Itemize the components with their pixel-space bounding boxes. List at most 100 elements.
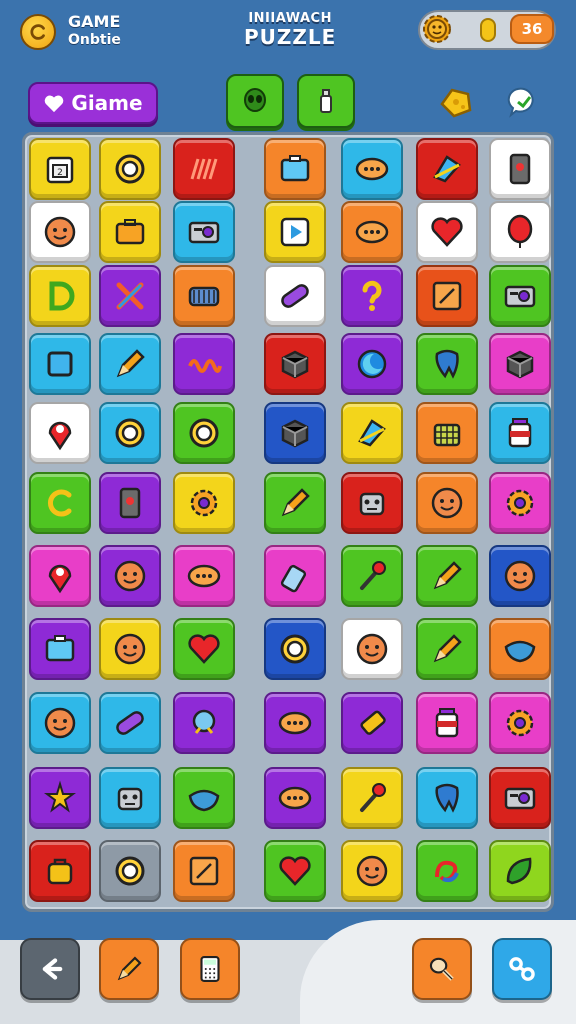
tile-r5-c6[interactable] — [416, 402, 478, 464]
tile-r7-c3[interactable] — [173, 545, 235, 607]
game-button-label: Giame — [71, 91, 143, 115]
tile-r7-c7[interactable] — [489, 545, 551, 607]
letter-d-icon — [49, 281, 75, 311]
frame-icon — [432, 281, 462, 311]
tile-r6-c3[interactable] — [173, 472, 235, 534]
tile-r8-c2[interactable] — [99, 618, 161, 680]
tile-r4-c6[interactable] — [416, 333, 478, 395]
tile-r11-c7[interactable] — [489, 840, 551, 902]
tile-r10-c4[interactable] — [264, 767, 326, 829]
bottle-button[interactable] — [297, 74, 355, 128]
tile-r1-c3[interactable] — [173, 138, 235, 200]
tile-r4-c1[interactable] — [29, 333, 91, 395]
tile-r7-c1[interactable] — [29, 545, 91, 607]
tile-r10-c1[interactable] — [29, 767, 91, 829]
connect-button[interactable] — [492, 938, 552, 1000]
tile-r5-c3[interactable] — [173, 402, 235, 464]
tile-r8-c4[interactable] — [264, 618, 326, 680]
tile-r3-c5[interactable] — [341, 265, 403, 327]
tile-r9-c3[interactable] — [173, 692, 235, 754]
tile-r10-c5[interactable] — [341, 767, 403, 829]
tile-r2-c4[interactable] — [264, 201, 326, 263]
tile-r6-c2[interactable] — [99, 472, 161, 534]
tile-r3-c2[interactable] — [99, 265, 161, 327]
tile-r3-c3[interactable] — [173, 265, 235, 327]
tile-r1-c4[interactable] — [264, 138, 326, 200]
tile-r3-c7[interactable] — [489, 265, 551, 327]
tile-r10-c3[interactable] — [173, 767, 235, 829]
tile-r2-c3[interactable] — [173, 201, 235, 263]
tile-r6-c4[interactable] — [264, 472, 326, 534]
tile-r2-c6[interactable] — [416, 201, 478, 263]
tile-r3-c6[interactable] — [416, 265, 478, 327]
chat-icon — [278, 786, 312, 810]
tile-r4-c7[interactable] — [489, 333, 551, 395]
tile-r4-c3[interactable] — [173, 333, 235, 395]
tile-r6-c1[interactable] — [29, 472, 91, 534]
tile-r11-c6[interactable] — [416, 840, 478, 902]
tile-r9-c5[interactable] — [341, 692, 403, 754]
tile-r2-c2[interactable] — [99, 201, 161, 263]
tile-r6-c6[interactable] — [416, 472, 478, 534]
tile-r3-c1[interactable] — [29, 265, 91, 327]
tile-r5-c5[interactable] — [341, 402, 403, 464]
tile-r7-c4[interactable] — [264, 545, 326, 607]
tile-r8-c3[interactable] — [173, 618, 235, 680]
tile-r2-c7[interactable] — [489, 201, 551, 263]
tile-r11-c4[interactable] — [264, 840, 326, 902]
tile-r4-c4[interactable] — [264, 333, 326, 395]
face-icon — [44, 707, 76, 739]
phone-icon — [509, 153, 531, 185]
tile-r6-c7[interactable] — [489, 472, 551, 534]
tile-r1-c5[interactable] — [341, 138, 403, 200]
tile-r1-c1[interactable]: 2 — [29, 138, 91, 200]
tile-r2-c5[interactable] — [341, 201, 403, 263]
tile-r11-c1[interactable] — [29, 840, 91, 902]
tile-r1-c7[interactable] — [489, 138, 551, 200]
face-icon — [356, 855, 388, 887]
chat-bubble-icon[interactable] — [506, 84, 542, 120]
tile-r8-c7[interactable] — [489, 618, 551, 680]
tile-r9-c6[interactable] — [416, 692, 478, 754]
tile-r3-c4[interactable] — [264, 265, 326, 327]
tile-r10-c2[interactable] — [99, 767, 161, 829]
tile-r10-c6[interactable] — [416, 767, 478, 829]
tile-r8-c1[interactable] — [29, 618, 91, 680]
tile-r5-c7[interactable] — [489, 402, 551, 464]
tile-r11-c2[interactable] — [99, 840, 161, 902]
back-button[interactable] — [20, 938, 80, 1000]
pin-icon — [48, 564, 72, 594]
alien-button[interactable] — [226, 74, 284, 128]
tile-r1-c2[interactable] — [99, 138, 161, 200]
drum-icon — [188, 286, 220, 307]
tile-r11-c3[interactable] — [173, 840, 235, 902]
tools-button[interactable] — [99, 938, 159, 1000]
tile-r9-c4[interactable] — [264, 692, 326, 754]
logo-coin-icon — [20, 14, 56, 50]
tile-r11-c5[interactable] — [341, 840, 403, 902]
tile-r5-c1[interactable] — [29, 402, 91, 464]
tile-r7-c2[interactable] — [99, 545, 161, 607]
chicken-button[interactable] — [412, 938, 472, 1000]
tile-r8-c5[interactable] — [341, 618, 403, 680]
tile-r7-c5[interactable] — [341, 545, 403, 607]
tile-r10-c7[interactable] — [489, 767, 551, 829]
tile-r9-c2[interactable] — [99, 692, 161, 754]
cheese-hint-icon[interactable] — [436, 82, 476, 122]
tile-r9-c7[interactable] — [489, 692, 551, 754]
robot-icon — [117, 787, 143, 811]
tile-r8-c6[interactable] — [416, 618, 478, 680]
tile-r5-c4[interactable] — [264, 402, 326, 464]
tile-r5-c2[interactable] — [99, 402, 161, 464]
game-button[interactable]: Giame — [28, 82, 158, 124]
tile-r4-c5[interactable] — [341, 333, 403, 395]
gear-icon — [506, 709, 534, 737]
tile-r6-c5[interactable] — [341, 472, 403, 534]
tile-r1-c6[interactable] — [416, 138, 478, 200]
tile-r2-c1[interactable] — [29, 201, 91, 263]
calculator-button[interactable] — [180, 938, 240, 1000]
tile-r9-c1[interactable] — [29, 692, 91, 754]
tile-r4-c2[interactable] — [99, 333, 161, 395]
settings-gear-icon[interactable] — [420, 12, 454, 46]
tile-r7-c6[interactable] — [416, 545, 478, 607]
